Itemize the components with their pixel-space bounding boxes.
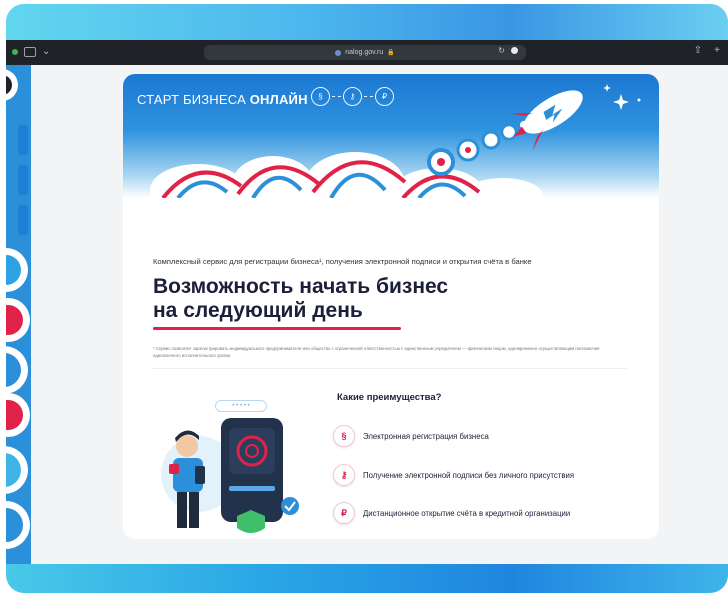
chevron-down-icon[interactable]: ⌄: [42, 46, 50, 57]
advantage-item: § Электронная регистрация бизнеса: [333, 425, 489, 447]
window-control-dot[interactable]: [12, 48, 18, 55]
ruble-icon: ₽: [333, 502, 355, 524]
advantage-label: Электронная регистрация бизнеса: [363, 431, 489, 441]
device-frame: ⌄ nalog.gov.ru 🔒 ↻ ⇧ + СТАРТ БИЗНЕСА ОНЛ…: [6, 4, 728, 593]
ruble-icon: ₽: [375, 87, 394, 106]
page-headline: Возможность начать бизнес на следующий д…: [153, 275, 448, 323]
address-bar-actions: ↻: [498, 46, 518, 55]
toolbar-right: ⇧ +: [694, 45, 720, 56]
step-connector: [364, 96, 373, 97]
browser-window: ⌄ nalog.gov.ru 🔒 ↻ ⇧ + СТАРТ БИЗНЕСА ОНЛ…: [6, 40, 728, 564]
lock-icon: 🔒: [387, 50, 395, 56]
illustration-person-with-phone: • • • • •: [159, 400, 314, 539]
extension-icon[interactable]: [511, 47, 518, 54]
brand-light-text: СТАРТ БИЗНЕСА: [137, 92, 250, 107]
illustration-graphic: [161, 418, 299, 533]
hero-banner: СТАРТ БИЗНЕСА ОНЛАЙН § ⚷ ₽: [123, 74, 659, 198]
steps-indicator: § ⚷ ₽: [311, 87, 394, 106]
page-viewport: СТАРТ БИЗНЕСА ОНЛАЙН § ⚷ ₽ Комплексный с…: [31, 65, 728, 564]
share-icon[interactable]: ⇧: [694, 45, 702, 56]
footnote-text: ¹ Сервис позволяет зарегистрировать инди…: [153, 346, 600, 358]
document-icon: §: [311, 87, 330, 106]
brand-bold-text: ОНЛАЙН: [249, 92, 308, 107]
password-dots: • • • • •: [215, 400, 267, 412]
intro-text: Комплексный сервис для регистрации бизне…: [153, 257, 532, 266]
background-pattern-strip: [6, 65, 31, 564]
privacy-shield-icon: [335, 49, 342, 56]
step-connector: [332, 96, 341, 97]
new-tab-icon[interactable]: +: [714, 45, 720, 56]
section-divider: [153, 368, 627, 369]
background-pattern: [6, 65, 31, 564]
toolbar-left: ⌄: [12, 46, 50, 57]
address-bar[interactable]: nalog.gov.ru 🔒 ↻: [204, 45, 526, 60]
service-landing-card: СТАРТ БИЗНЕСА ОНЛАЙН § ⚷ ₽ Комплексный с…: [123, 74, 659, 539]
document-icon: §: [333, 425, 355, 447]
headline-line-2: на следующий день: [153, 299, 363, 322]
headline-line-1: Возможность начать бизнес: [153, 275, 449, 298]
url-text: nalog.gov.ru: [345, 49, 384, 56]
browser-toolbar: ⌄ nalog.gov.ru 🔒 ↻ ⇧ +: [6, 40, 728, 65]
key-icon: ⚷: [343, 87, 362, 106]
advantage-label: Дистанционное открытие счёта в кредитной…: [363, 508, 571, 518]
advantage-item: ⚷ Получение электронной подписи без личн…: [333, 464, 574, 486]
key-icon: ⚷: [333, 464, 355, 486]
sidebar-icon[interactable]: [24, 46, 36, 57]
advantage-label: Получение электронной подписи без личног…: [363, 470, 575, 480]
headline-underline: [153, 327, 401, 330]
service-brand-title: СТАРТ БИЗНЕСА ОНЛАЙН: [137, 92, 308, 107]
reload-icon[interactable]: ↻: [498, 46, 505, 55]
advantages-title: Какие преимущества?: [337, 392, 442, 403]
advantage-item: ₽ Дистанционное открытие счёта в кредитн…: [333, 502, 570, 524]
frame-top-bezel: [6, 4, 728, 40]
